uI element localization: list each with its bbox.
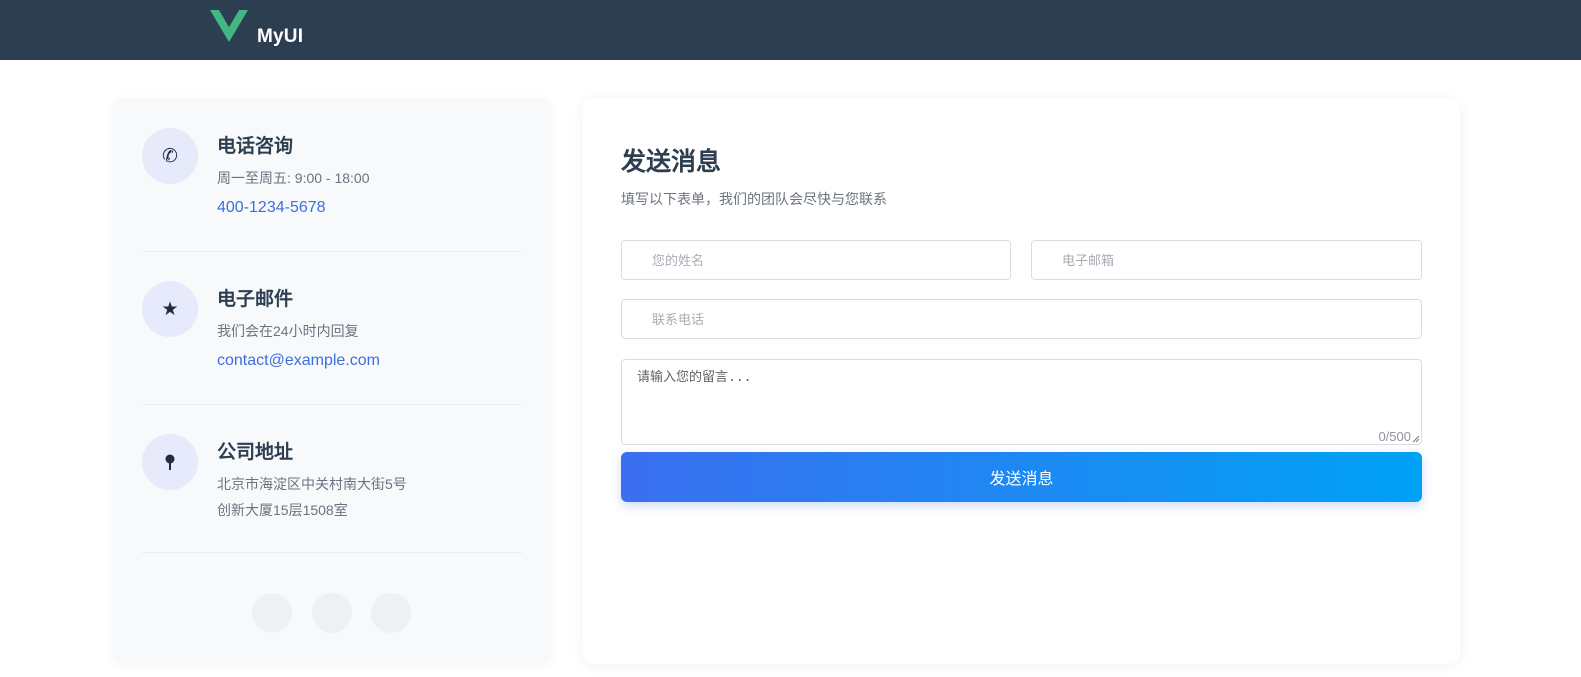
divider: [142, 251, 522, 252]
phone-title: 电话咨询: [217, 136, 294, 157]
form-title: 发送消息: [621, 148, 722, 176]
name-input[interactable]: [622, 241, 1010, 279]
character-counter: 0/500: [1378, 429, 1411, 444]
phone-hours: 周一至周五: 9:00 - 18:00: [217, 170, 370, 186]
address-title: 公司地址: [217, 442, 294, 463]
vue-v-logo-icon[interactable]: [210, 10, 248, 42]
phone-number-link[interactable]: 400-1234-5678: [217, 199, 326, 217]
message-textarea[interactable]: [622, 360, 1421, 444]
phone-icon: ✆: [142, 128, 198, 184]
social-icon-3[interactable]: [371, 593, 411, 633]
address-line-1: 北京市海淀区中关村南大街5号: [217, 476, 407, 492]
send-message-button[interactable]: 发送消息: [621, 452, 1422, 502]
name-field: [621, 240, 1011, 280]
address-line-2: 创新大厦15层1508室: [217, 502, 348, 518]
star-icon: ★: [142, 281, 198, 337]
phone-input[interactable]: [622, 300, 1421, 338]
message-field: 0/500: [621, 359, 1422, 445]
form-subtitle: 填写以下表单，我们的团队会尽快与您联系: [621, 191, 887, 207]
email-input[interactable]: [1032, 241, 1421, 279]
brand-name[interactable]: MyUI: [257, 26, 303, 48]
top-navbar: MyUI: [0, 0, 1581, 60]
social-icon-1[interactable]: [252, 593, 292, 633]
email-field: [1031, 240, 1422, 280]
divider: [142, 552, 522, 553]
divider: [142, 404, 522, 405]
contact-form-card: 发送消息 填写以下表单，我们的团队会尽快与您联系 0/500 发送消息: [582, 98, 1460, 664]
email-response-note: 我们会在24小时内回复: [217, 323, 359, 339]
resize-handle-icon[interactable]: [1412, 435, 1420, 443]
phone-field: [621, 299, 1422, 339]
social-icon-2[interactable]: [312, 593, 352, 633]
location-pin-icon: [142, 434, 198, 490]
contact-info-card: ✆ 电话咨询 周一至周五: 9:00 - 18:00 400-1234-5678…: [112, 98, 552, 664]
email-address-link[interactable]: contact@example.com: [217, 352, 380, 370]
email-title: 电子邮件: [217, 289, 294, 310]
